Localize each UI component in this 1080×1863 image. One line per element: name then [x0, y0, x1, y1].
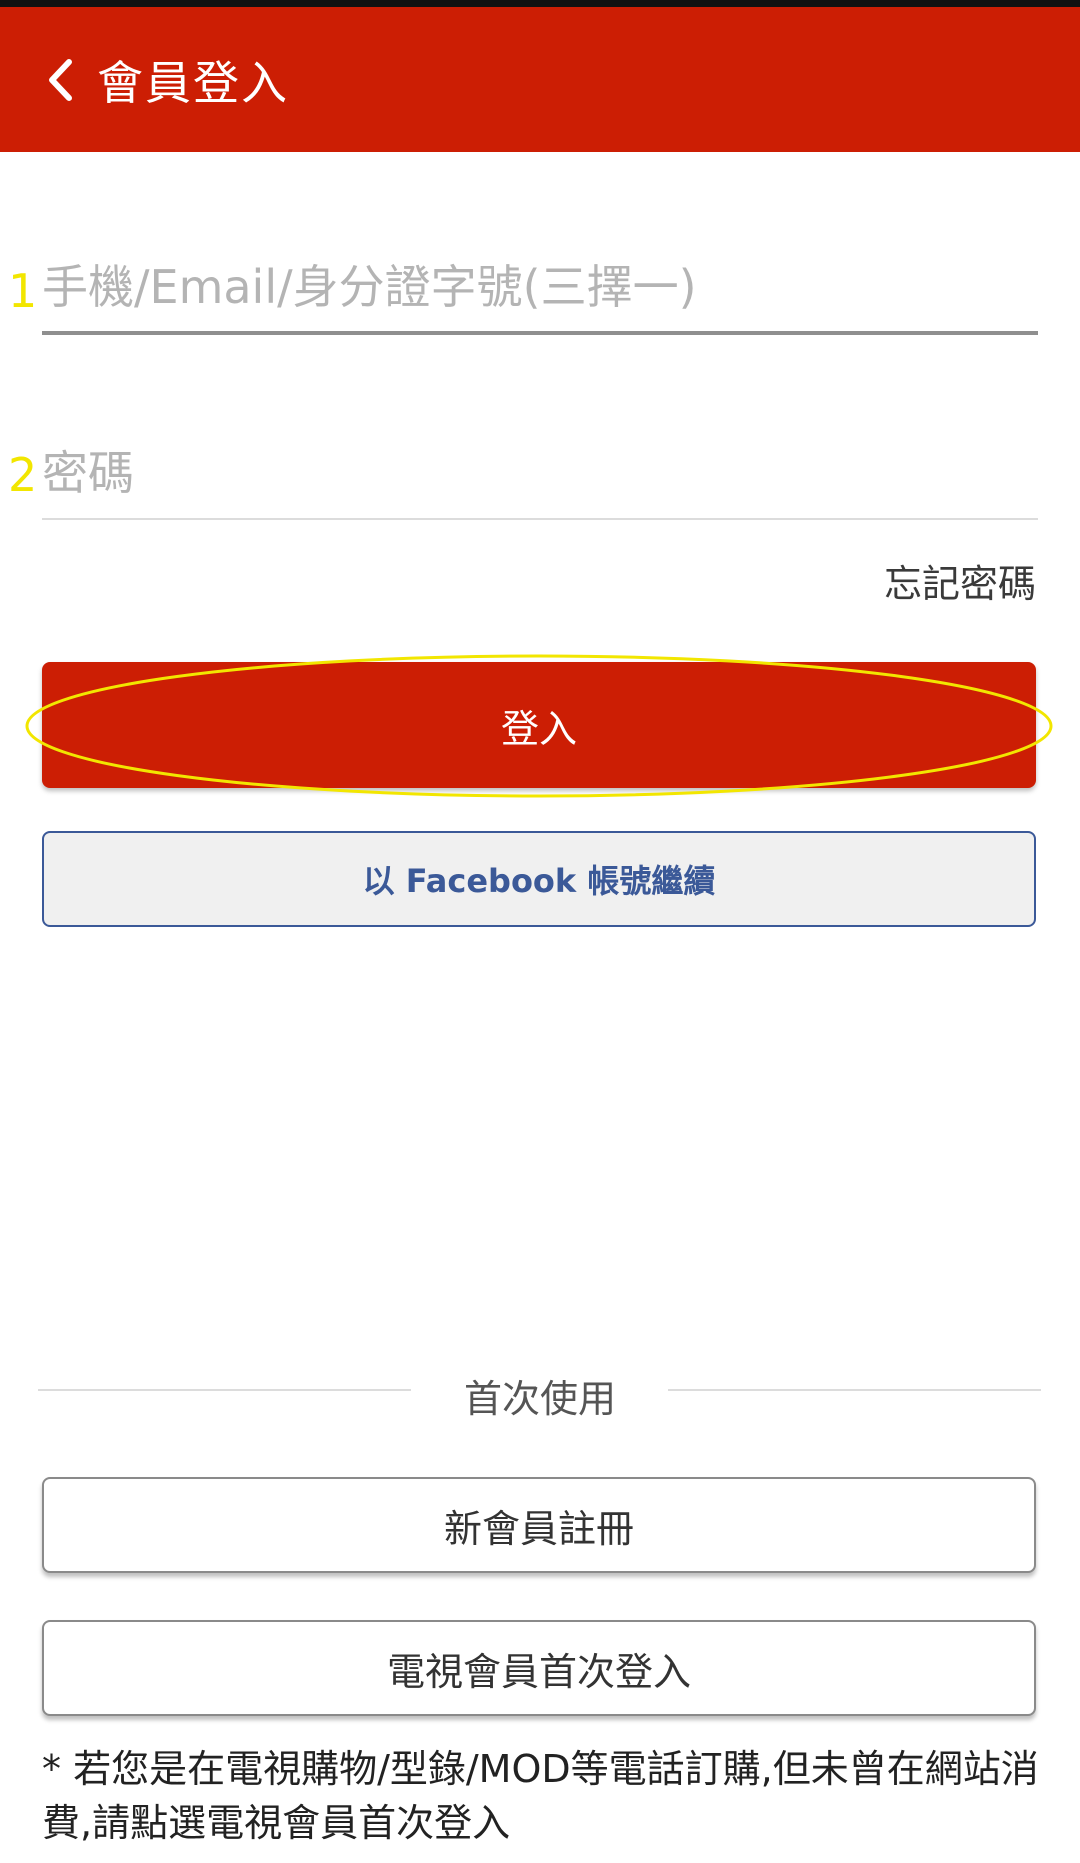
- tv-member-note: * 若您是在電視購物/型錄/MOD等電話訂購,但未曾在網站消費,請點選電視會員首…: [42, 1747, 1039, 1845]
- account-field-underline: [42, 331, 1038, 335]
- page-title: 會員登入: [97, 55, 289, 110]
- login-button-label: 登入: [500, 706, 577, 751]
- app-bar: 會員登入: [0, 7, 1080, 152]
- annotation-marker-2: 2: [8, 448, 38, 502]
- facebook-login-button[interactable]: 以 Facebook 帳號繼續: [42, 831, 1036, 927]
- tv-member-first-login-button[interactable]: 電視會員首次登入: [42, 1620, 1036, 1716]
- back-button[interactable]: [30, 50, 90, 110]
- chevron-left-icon: [49, 58, 72, 101]
- register-button[interactable]: 新會員註冊: [42, 1477, 1036, 1573]
- status-bar-strip: [0, 0, 1080, 7]
- annotation-marker-1: 1: [8, 264, 38, 318]
- register-button-label: 新會員註冊: [443, 1506, 634, 1551]
- first-time-divider-label: 首次使用: [463, 1377, 616, 1421]
- facebook-login-label: 以 Facebook 帳號繼續: [362, 862, 716, 900]
- account-field: [42, 247, 1038, 335]
- password-input[interactable]: [42, 433, 1038, 513]
- tv-member-button-label: 電視會員首次登入: [386, 1649, 691, 1694]
- password-field-underline: [42, 518, 1038, 520]
- account-input[interactable]: [42, 247, 1038, 327]
- forgot-password-link[interactable]: 忘記密碼: [884, 553, 1036, 608]
- login-button[interactable]: 登入: [42, 662, 1036, 788]
- password-field: [42, 433, 1038, 520]
